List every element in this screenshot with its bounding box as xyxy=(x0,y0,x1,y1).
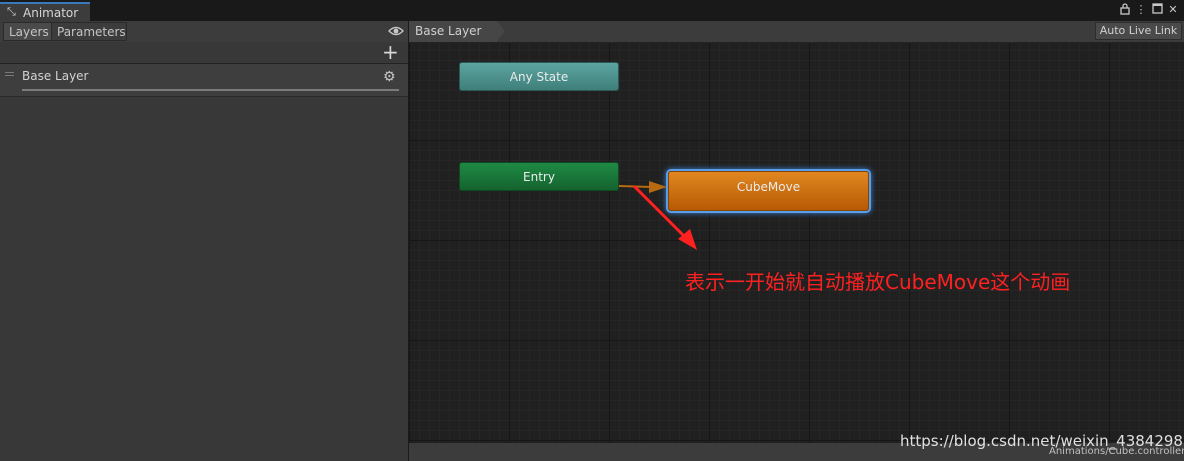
kebab-menu-icon[interactable]: ⋮ xyxy=(1134,3,1148,17)
breadcrumb[interactable]: Base Layer xyxy=(409,21,497,42)
tab-animator[interactable]: ⤡ Animator xyxy=(0,2,90,21)
tab-layers[interactable]: Layers xyxy=(3,22,52,41)
state-node-entry[interactable]: Entry xyxy=(459,162,619,191)
state-node-cubemove[interactable]: CubeMove xyxy=(668,171,869,211)
gear-icon[interactable]: ⚙ xyxy=(383,69,396,85)
close-icon[interactable]: ✕ xyxy=(1166,3,1180,17)
layer-toolbar: + xyxy=(0,42,408,64)
state-node-any-state[interactable]: Any State xyxy=(459,62,619,91)
state-machine-graph[interactable] xyxy=(409,43,1184,443)
layers-panel: Layers Parameters + Base Layer ⚙ xyxy=(0,21,408,461)
auto-live-link-button[interactable]: Auto Live Link xyxy=(1095,22,1182,40)
layer-weight-bar xyxy=(22,89,399,91)
drag-handle-icon[interactable] xyxy=(5,72,14,78)
layer-name: Base Layer xyxy=(22,69,89,83)
breadcrumb-label: Base Layer xyxy=(415,24,482,38)
maximize-icon[interactable] xyxy=(1150,3,1164,17)
annotation-text: 表示一开始就自动播放CubeMove这个动画 xyxy=(685,270,1071,294)
layer-row[interactable]: Base Layer ⚙ xyxy=(0,64,408,97)
lock-icon[interactable] xyxy=(1118,3,1132,17)
plus-icon[interactable]: + xyxy=(382,42,399,62)
breadcrumb-arrow xyxy=(497,21,505,41)
graph-toolbar: Base Layer Auto Live Link xyxy=(409,21,1184,43)
animator-icon: ⤡ xyxy=(7,5,16,18)
title-bar: ⤡ Animator ⋮ ✕ xyxy=(0,0,1184,21)
panel-tabs: Layers Parameters xyxy=(0,21,408,43)
tab-animator-label: Animator xyxy=(23,6,79,20)
eye-icon[interactable] xyxy=(388,24,404,38)
tab-parameters[interactable]: Parameters xyxy=(52,22,127,41)
controller-path: Animations/Cube.controller xyxy=(1049,446,1184,457)
